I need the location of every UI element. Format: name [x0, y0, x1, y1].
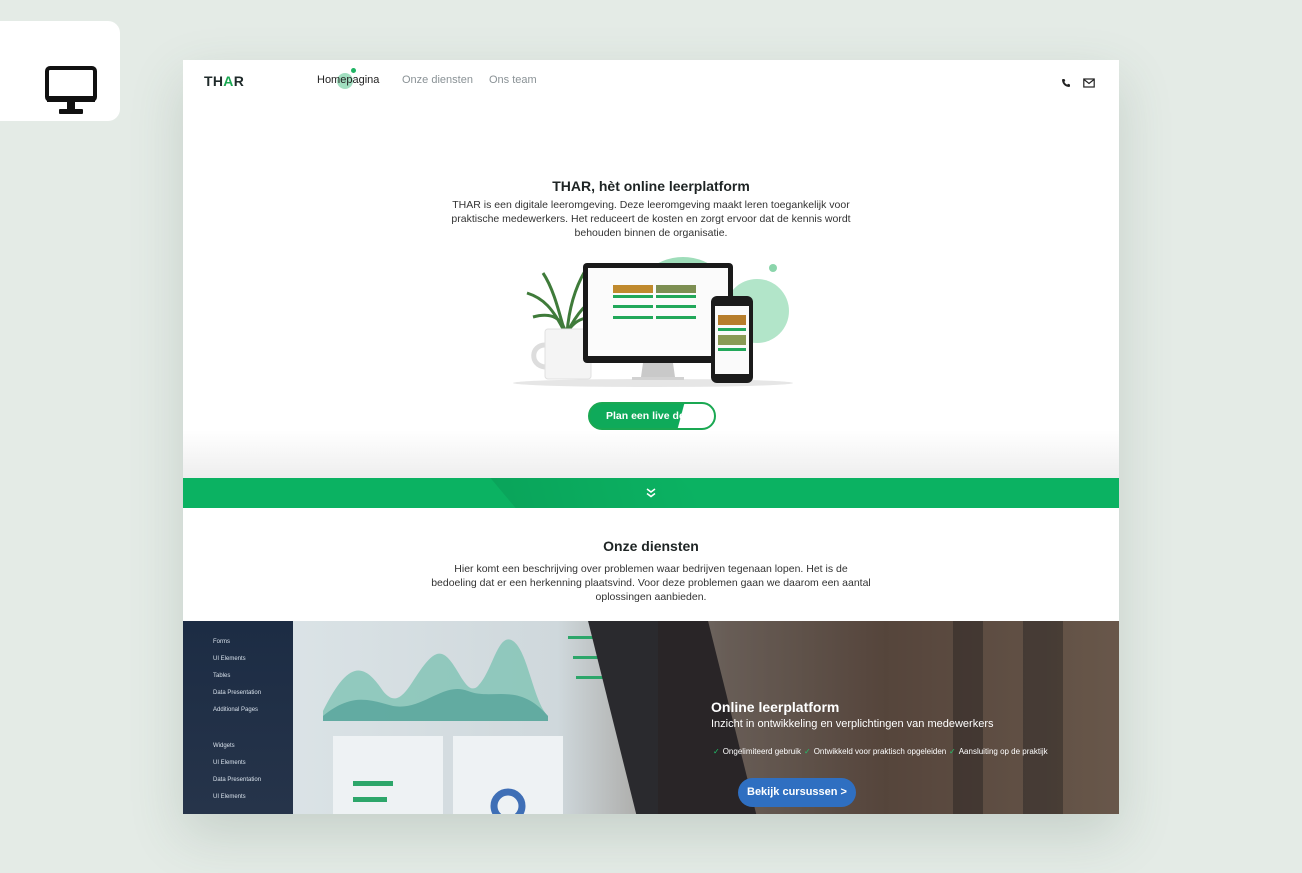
dashboard-menu-item: Forms [213, 639, 230, 645]
plan-demo-button[interactable]: Plan een live demo [588, 402, 716, 430]
dashboard-sidebar [183, 621, 293, 814]
feature-bullet-label: Ongelimiteerd gebruik [722, 747, 801, 756]
hero-illustration [503, 253, 803, 388]
feature-subtitle: Inzicht in ontwikkeling en verplichtinge… [711, 718, 994, 730]
phone-icon[interactable] [1061, 75, 1071, 93]
dashboard-menu-item: UI Elements [213, 794, 246, 800]
logo[interactable]: THAR [204, 73, 244, 89]
band-shade [490, 478, 706, 508]
dashboard-menu-item: Data Presentation [213, 777, 262, 783]
double-chevron-down-icon[interactable] [645, 486, 657, 504]
hero-title: THAR, hèt online leerplatform [552, 178, 750, 194]
dashboard-menu-item: Tables [213, 673, 231, 679]
check-icon: ✓ [804, 747, 811, 756]
logo-text-end: R [233, 73, 245, 89]
hero-fade [183, 430, 1119, 478]
dashboard-screen-graphic [323, 636, 608, 814]
dashboard-menu-item: UI Elements [213, 656, 246, 662]
services-description: Hier komt een beschrijving over probleme… [431, 563, 871, 603]
nav-link-homepagina[interactable]: Homepagina [317, 74, 379, 86]
feature-bullet: ✓ Aansluiting op de praktijk [949, 747, 1048, 756]
website-preview: THAR Homepagina Onze diensten Ons team T… [183, 60, 1119, 814]
desktop-monitor-icon [45, 66, 97, 121]
check-icon: ✓ [713, 747, 720, 756]
logo-text: TH [204, 73, 224, 89]
top-navigation: THAR Homepagina Onze diensten Ons team [183, 60, 1119, 102]
feature-title: Online leerplatform [711, 699, 840, 715]
dashboard-menu-item: UI Elements [213, 760, 246, 766]
nav-link-onze-diensten[interactable]: Onze diensten [402, 74, 473, 86]
services-title: Onze diensten [603, 538, 699, 554]
feature-bullet-label: Ontwikkeld voor praktisch opgeleiden [813, 747, 947, 756]
feature-bullet: ✓ Ontwikkeld voor praktisch opgeleiden [804, 747, 946, 756]
device-badge [0, 21, 120, 121]
view-courses-button[interactable]: Bekijk cursussen > [738, 778, 856, 807]
green-divider-band [183, 478, 1119, 508]
mail-icon[interactable] [1083, 75, 1095, 93]
hero-description: THAR is een digitale leeromgeving. Deze … [451, 199, 851, 239]
dashboard-menu-item: Data Presentation [213, 690, 262, 696]
active-indicator-small-dot [351, 68, 356, 73]
feature-bullet: ✓ Ongelimiteerd gebruik [713, 747, 801, 756]
feature-banner: Forms UI Elements Tables Data Presentati… [183, 621, 1119, 814]
logo-accent: A [223, 73, 234, 89]
feature-bullet-label: Aansluiting op de praktijk [958, 747, 1048, 756]
dashboard-menu-item: Additional Pages [213, 707, 259, 713]
background-blur-shape [1023, 621, 1063, 814]
dashboard-menu-item: Widgets [213, 743, 235, 749]
check-icon: ✓ [949, 747, 956, 756]
nav-link-ons-team[interactable]: Ons team [489, 74, 537, 86]
